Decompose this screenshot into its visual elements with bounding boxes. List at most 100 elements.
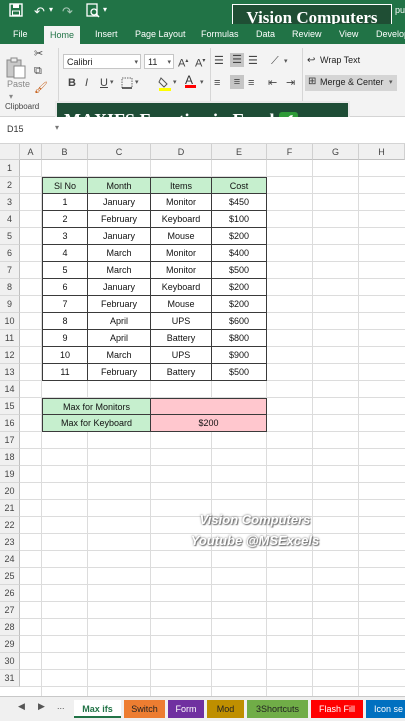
font-size-select[interactable]: 11 ▾ xyxy=(144,54,174,69)
summary-label-cell[interactable]: Max for Keyboard xyxy=(42,415,151,432)
row-header-24[interactable]: 24 xyxy=(0,551,20,568)
row-header-15[interactable]: 15 xyxy=(0,398,20,415)
prev-sheet-icon[interactable]: ◀ xyxy=(18,701,25,712)
table-cell[interactable]: 5 xyxy=(42,262,88,279)
table-cell[interactable]: February xyxy=(88,211,151,228)
column-header-c[interactable]: C xyxy=(88,144,151,160)
row-header-10[interactable]: 10 xyxy=(0,313,20,330)
undo-icon[interactable]: ↶ xyxy=(34,3,45,21)
table-cell[interactable]: January xyxy=(88,279,151,296)
table-cell[interactable]: $500 xyxy=(212,262,267,279)
table-cell[interactable]: $200 xyxy=(212,279,267,296)
tab-home[interactable]: Home xyxy=(44,26,81,44)
table-cell[interactable]: March xyxy=(88,245,151,262)
row-header-22[interactable]: 22 xyxy=(0,517,20,534)
select-all-corner[interactable] xyxy=(0,144,20,160)
tab-review[interactable]: Review xyxy=(292,24,322,44)
underline-dropdown-icon[interactable]: ▾ xyxy=(110,78,114,86)
align-bottom-icon[interactable]: ☰ xyxy=(248,54,258,68)
decrease-font-icon[interactable]: A▾ xyxy=(195,54,205,71)
row-header-23[interactable]: 23 xyxy=(0,534,20,551)
increase-font-icon[interactable]: A▴ xyxy=(178,54,188,71)
align-top-icon[interactable]: ☰ xyxy=(214,54,224,68)
row-header-8[interactable]: 8 xyxy=(0,279,20,296)
row-header-27[interactable]: 27 xyxy=(0,602,20,619)
summary-value-cell[interactable]: $200 xyxy=(151,415,267,432)
table-cell[interactable]: Monitor xyxy=(151,194,212,211)
column-header-f[interactable]: F xyxy=(267,144,313,160)
customize-toolbar-icon[interactable]: ▾ xyxy=(103,5,107,14)
table-cell[interactable]: April xyxy=(88,330,151,347)
table-header-cell[interactable]: Month xyxy=(88,177,151,194)
table-cell[interactable]: 7 xyxy=(42,296,88,313)
row-header-29[interactable]: 29 xyxy=(0,636,20,653)
table-cell[interactable]: $200 xyxy=(212,228,267,245)
sheet-tab-switch[interactable]: Switch xyxy=(124,700,165,718)
tab-formulas[interactable]: Formulas xyxy=(201,24,239,44)
next-sheet-icon[interactable]: ▶ xyxy=(38,701,45,712)
table-header-cell[interactable]: Items xyxy=(151,177,212,194)
table-cell[interactable]: Keyboard xyxy=(151,279,212,296)
sheet-tab-mod[interactable]: Mod xyxy=(207,700,244,718)
tab-page-layout[interactable]: Page Layout xyxy=(135,24,186,44)
table-cell[interactable]: February xyxy=(88,364,151,381)
summary-value-cell[interactable] xyxy=(151,398,267,415)
column-header-a[interactable]: A xyxy=(20,144,42,160)
paste-label[interactable]: Paste xyxy=(7,79,30,89)
sheet-tab-flash-fill[interactable]: Flash Fill xyxy=(311,700,363,718)
row-header-12[interactable]: 12 xyxy=(0,347,20,364)
row-header-3[interactable]: 3 xyxy=(0,194,20,211)
table-cell[interactable]: $600 xyxy=(212,313,267,330)
fill-color-icon[interactable] xyxy=(158,75,172,94)
print-preview-icon[interactable] xyxy=(86,3,100,23)
font-name-select[interactable]: Calibri ▾ xyxy=(63,54,141,69)
table-cell[interactable]: 10 xyxy=(42,347,88,364)
borders-dropdown-icon[interactable]: ▾ xyxy=(135,78,139,86)
row-header-7[interactable]: 7 xyxy=(0,262,20,279)
row-header-14[interactable]: 14 xyxy=(0,381,20,398)
row-header-16[interactable]: 16 xyxy=(0,415,20,432)
table-cell[interactable]: Battery xyxy=(151,330,212,347)
row-header-30[interactable]: 30 xyxy=(0,653,20,670)
table-cell[interactable]: January xyxy=(88,194,151,211)
orientation-dropdown-icon[interactable]: ▾ xyxy=(284,57,288,65)
align-left-icon[interactable]: ≡ xyxy=(214,76,220,90)
column-header-e[interactable]: E xyxy=(212,144,267,160)
table-cell[interactable]: April xyxy=(88,313,151,330)
table-cell[interactable]: Mouse xyxy=(151,296,212,313)
row-header-26[interactable]: 26 xyxy=(0,585,20,602)
sheet-tab-form[interactable]: Form xyxy=(168,700,204,718)
name-box[interactable]: D15 xyxy=(3,121,53,138)
table-cell[interactable]: 8 xyxy=(42,313,88,330)
table-cell[interactable]: Keyboard xyxy=(151,211,212,228)
table-cell[interactable]: $800 xyxy=(212,330,267,347)
table-cell[interactable]: $900 xyxy=(212,347,267,364)
save-icon[interactable] xyxy=(9,3,23,22)
sheet-tab-icon-se[interactable]: Icon se xyxy=(366,700,405,718)
merge-center-button[interactable]: ⊞ Merge & Center ▾ xyxy=(305,75,397,91)
row-header-17[interactable]: 17 xyxy=(0,432,20,449)
row-header-25[interactable]: 25 xyxy=(0,568,20,585)
table-cell[interactable]: 3 xyxy=(42,228,88,245)
row-header-21[interactable]: 21 xyxy=(0,500,20,517)
undo-dropdown-icon[interactable]: ▾ xyxy=(49,5,53,14)
column-header-g[interactable]: G xyxy=(313,144,359,160)
row-header-4[interactable]: 4 xyxy=(0,211,20,228)
row-header-6[interactable]: 6 xyxy=(0,245,20,262)
sheet-tab-3shortcuts[interactable]: 3Shortcuts xyxy=(247,700,308,718)
font-color-icon[interactable]: A xyxy=(185,73,196,88)
row-header-2[interactable]: 2 xyxy=(0,177,20,194)
tab-data[interactable]: Data xyxy=(256,24,275,44)
table-cell[interactable]: $450 xyxy=(212,194,267,211)
underline-button[interactable]: U xyxy=(100,76,108,90)
font-color-dropdown-icon[interactable]: ▾ xyxy=(200,78,204,86)
table-cell[interactable]: $100 xyxy=(212,211,267,228)
table-cell[interactable]: $500 xyxy=(212,364,267,381)
column-header-d[interactable]: D xyxy=(151,144,212,160)
tab-developer[interactable]: Develop xyxy=(376,24,405,44)
column-header-b[interactable]: B xyxy=(42,144,88,160)
sheet-tab-max-ifs[interactable]: Max ifs xyxy=(74,700,121,718)
table-cell[interactable]: 9 xyxy=(42,330,88,347)
table-cell[interactable]: February xyxy=(88,296,151,313)
fill-color-dropdown-icon[interactable]: ▾ xyxy=(173,78,177,86)
